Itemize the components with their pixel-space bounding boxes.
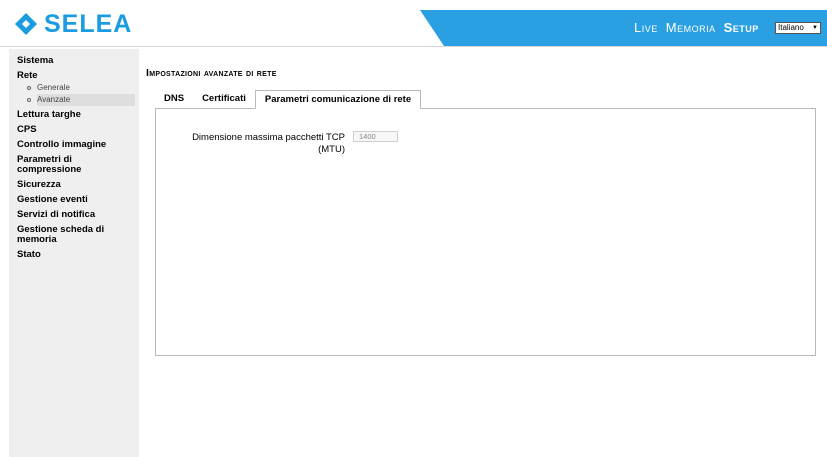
mtu-label: Dimensione massima pacchetti TCP (MTU) <box>192 132 345 155</box>
sidebar-item-controllo-immagine[interactable]: Controllo immagine <box>9 138 139 151</box>
sidebar-item-gestione-eventi[interactable]: Gestione eventi <box>9 193 139 206</box>
logo-diamond-icon <box>15 13 37 35</box>
nav-memoria[interactable]: Memoria <box>666 20 716 35</box>
tab-bar: DNS Certificati Parametri comunicazione … <box>155 90 422 109</box>
sidebar-subitem-avanzate[interactable]: Avanzate <box>27 94 135 106</box>
top-header: SELEA Live Memoria Setup Italiano ▼ <box>0 0 827 46</box>
logo-text: SELEA <box>44 10 133 38</box>
logo[interactable]: SELEA <box>14 10 133 38</box>
bullet-icon <box>27 98 31 102</box>
sidebar-item-label: Parametri di compressione <box>17 154 82 175</box>
sidebar-subitem-label: Avanzate <box>37 95 71 104</box>
sidebar-subitem-generale[interactable]: Generale <box>9 82 139 94</box>
tab-dns[interactable]: DNS <box>155 90 193 109</box>
sidebar-item-lettura-targhe[interactable]: Lettura targhe <box>9 108 139 121</box>
tab-certificati[interactable]: Certificati <box>193 90 255 109</box>
main-nav: Live Memoria Setup <box>634 20 759 35</box>
nav-live[interactable]: Live <box>634 20 658 35</box>
header-divider <box>0 46 827 47</box>
sidebar-item-parametri-compressione[interactable]: Parametri di compressione <box>9 153 105 175</box>
sidebar-item-gestione-scheda-memoria[interactable]: Gestione scheda di memoria <box>9 223 113 245</box>
chevron-down-icon: ▼ <box>812 25 818 31</box>
nav-band <box>400 10 827 46</box>
sidebar-item-cps[interactable]: CPS <box>9 123 139 136</box>
mtu-input[interactable] <box>353 131 398 142</box>
sidebar-subitem-label: Generale <box>37 83 70 92</box>
bullet-icon <box>27 85 31 90</box>
page-title: Impostazioni avanzate di rete <box>146 67 277 79</box>
sidebar-item-sicurezza[interactable]: Sicurezza <box>9 178 139 191</box>
nav-band-shape <box>420 10 827 46</box>
nav-setup[interactable]: Setup <box>724 20 759 35</box>
sidebar-item-rete[interactable]: Rete <box>9 69 139 82</box>
sidebar-item-servizi-notifica[interactable]: Servizi di notifica <box>9 208 139 221</box>
language-select[interactable]: Italiano ▼ <box>775 22 821 34</box>
tab-parametri-comunicazione[interactable]: Parametri comunicazione di rete <box>254 90 422 109</box>
sidebar: Sistema Rete Generale Avanzate Lettura t… <box>9 49 139 457</box>
sidebar-item-sistema[interactable]: Sistema <box>9 54 139 67</box>
language-select-value: Italiano <box>778 23 804 32</box>
sidebar-item-label: Gestione scheda di memoria <box>17 224 105 245</box>
sidebar-item-stato[interactable]: Stato <box>9 248 139 261</box>
